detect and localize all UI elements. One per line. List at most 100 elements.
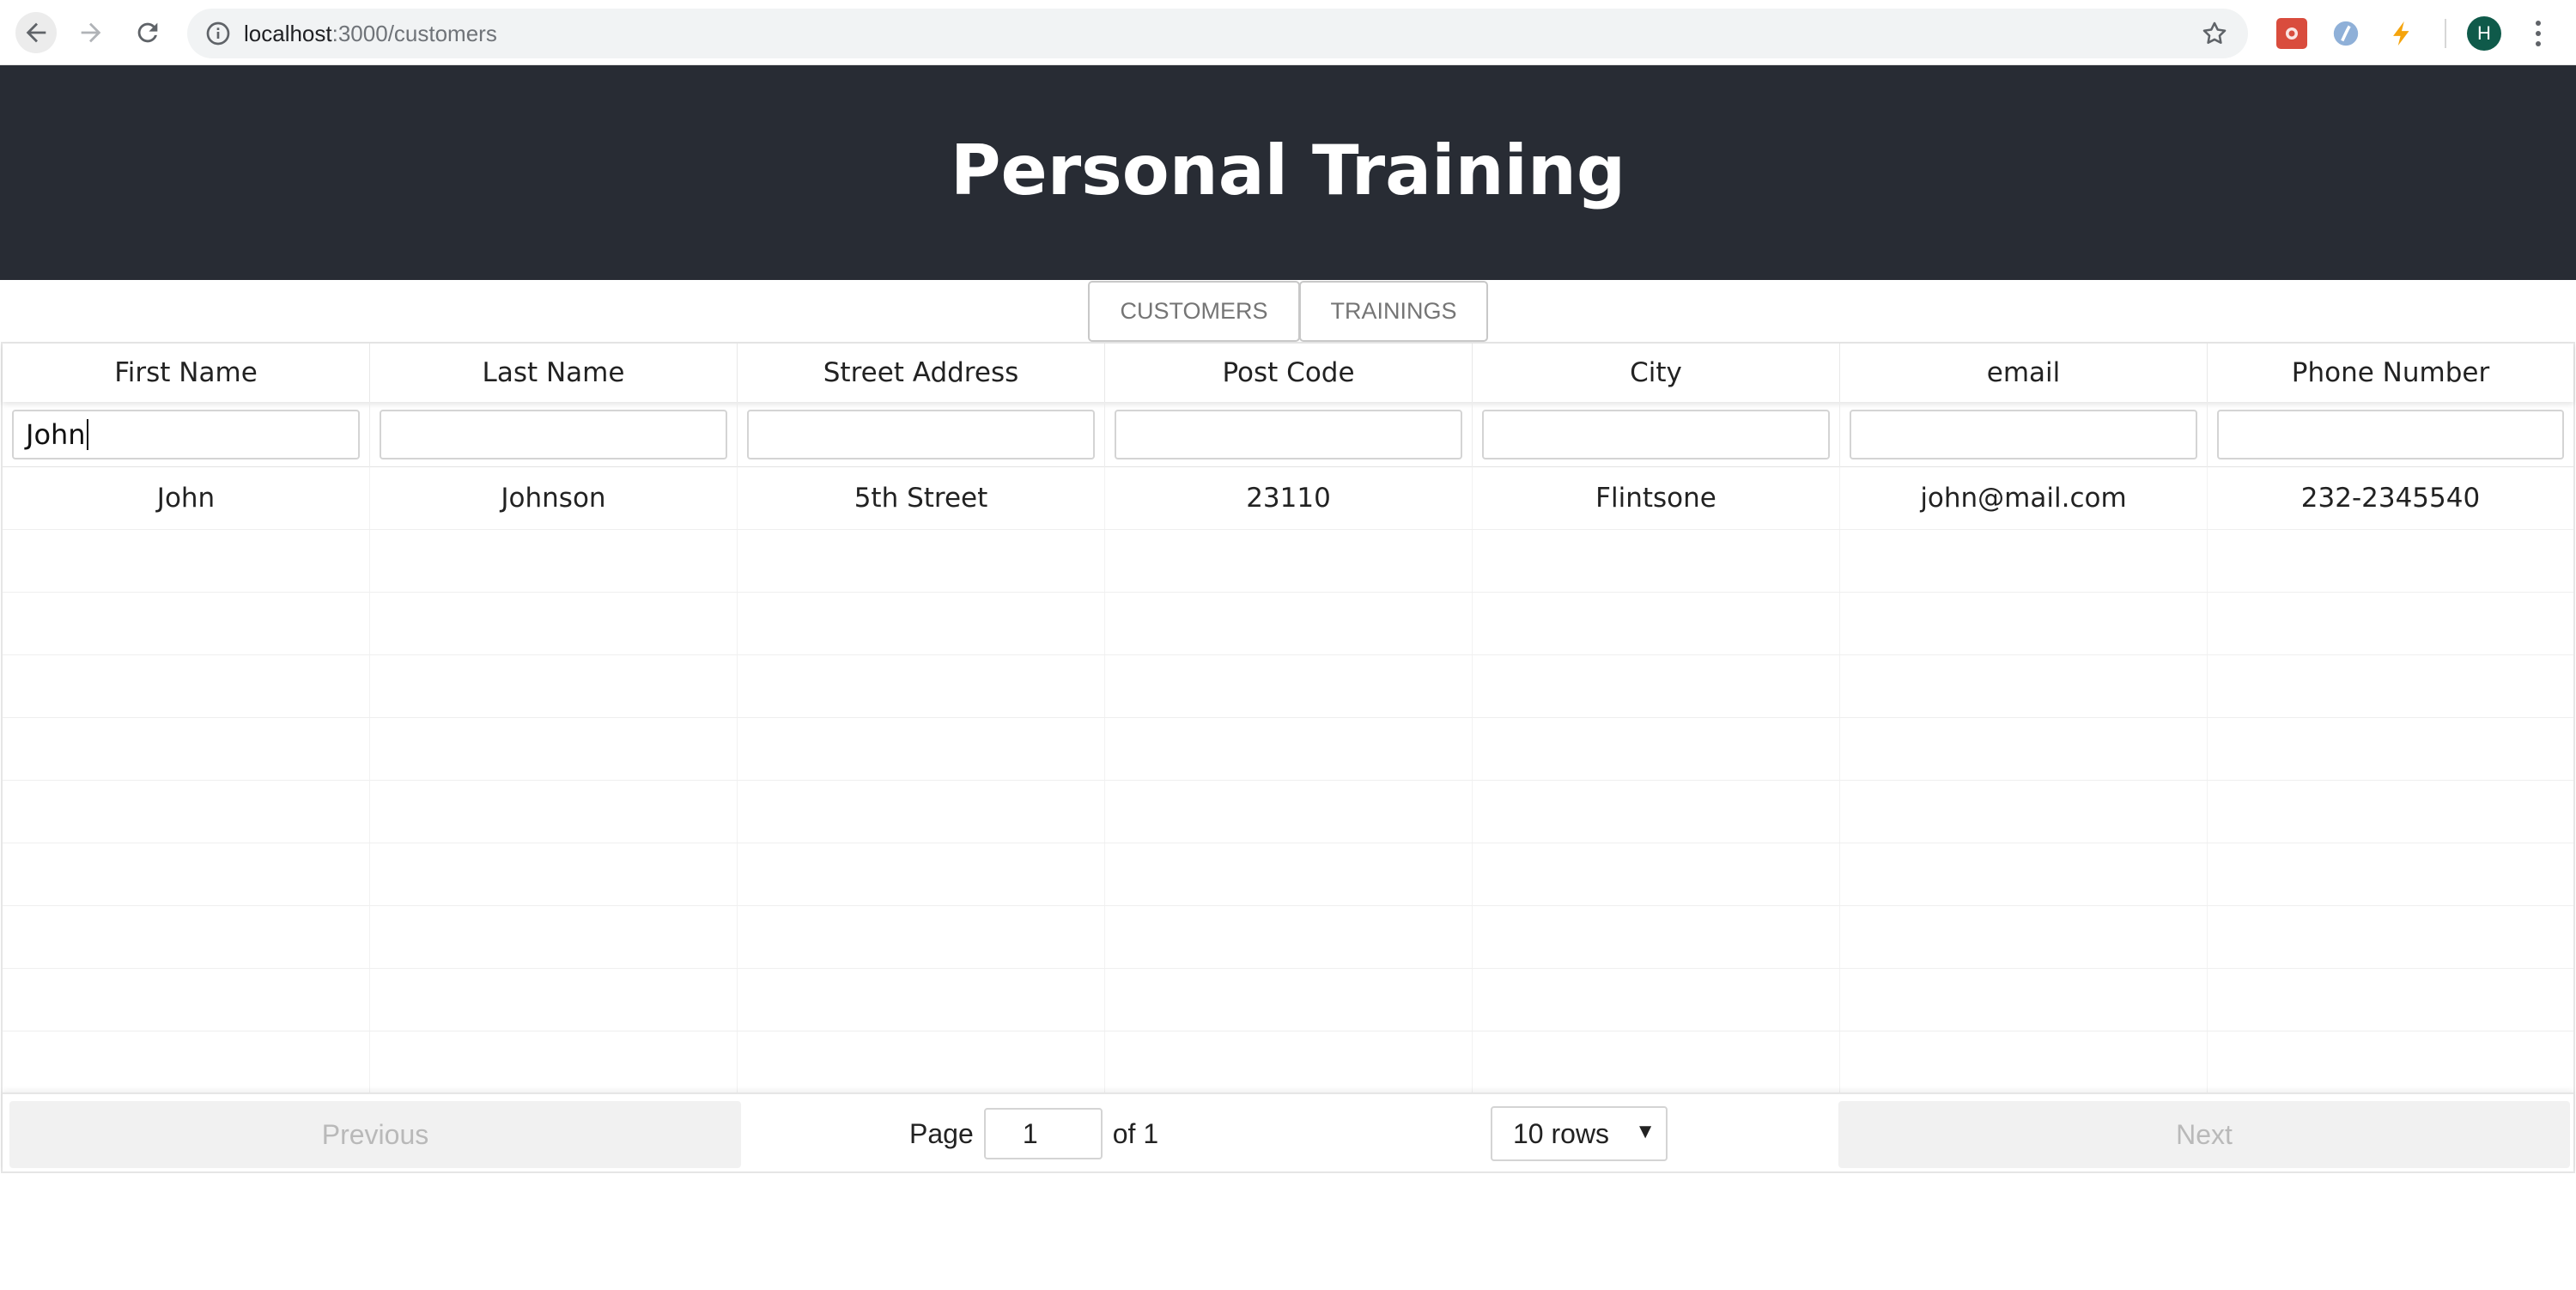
filter-row: John (3, 402, 2573, 467)
column-header[interactable]: Post Code (1105, 344, 1473, 402)
empty-table-cell (1840, 781, 2208, 843)
column-header[interactable]: First Name (3, 344, 370, 402)
empty-table-cell (738, 530, 1105, 592)
table-cell: Johnson (370, 467, 738, 529)
empty-table-cell (3, 593, 370, 654)
filter-cell (370, 402, 738, 467)
empty-table-row (3, 593, 2573, 655)
column-header[interactable]: City (1473, 344, 1840, 402)
table-cell: john@mail.com (1840, 467, 2208, 529)
empty-table-row (3, 969, 2573, 1031)
filter-input[interactable] (380, 410, 727, 459)
empty-table-cell (1473, 593, 1840, 654)
reload-icon (137, 22, 158, 43)
page-number-input[interactable]: 1 (983, 1108, 1103, 1159)
lightning-icon (2393, 21, 2409, 46)
empty-table-row (3, 843, 2573, 906)
tab-customers[interactable]: CUSTOMERS (1088, 281, 1300, 342)
empty-table-cell (370, 655, 738, 717)
column-header[interactable]: Last Name (370, 344, 738, 402)
filter-input[interactable] (1850, 410, 2197, 459)
table-cell: 232-2345540 (2300, 483, 2481, 514)
empty-table-cell (3, 781, 370, 843)
filter-input[interactable] (747, 410, 1095, 459)
url-text: localhost:3000/customers (244, 21, 497, 46)
filter-input[interactable] (2217, 410, 2564, 459)
info-icon[interactable] (204, 20, 232, 47)
empty-table-row (3, 655, 2573, 718)
empty-table-cell (1105, 969, 1473, 1031)
table-body: John Johnson 5th Street 23110 Flintsone john@… (3, 467, 2573, 1094)
table-row[interactable]: John Johnson 5th Street 23110 Flintsone john@… (3, 467, 2573, 530)
empty-table-cell (1473, 530, 1840, 592)
empty-table-cell (738, 593, 1105, 654)
empty-table-cell (2208, 969, 2573, 1031)
empty-table-row (3, 781, 2573, 843)
empty-table-cell (370, 1031, 738, 1093)
toolbar-separator (2445, 19, 2446, 48)
rows-per-page-value: 10 rows (1513, 1117, 1610, 1149)
empty-table-cell (3, 655, 370, 717)
back-arrow-icon (26, 22, 46, 43)
empty-table-cell (1840, 530, 2208, 592)
empty-table-cell (3, 530, 370, 592)
empty-table-cell (1105, 781, 1473, 843)
filter-cell (1105, 402, 1473, 467)
empty-table-cell (738, 843, 1105, 905)
filter-input[interactable] (1482, 410, 1830, 459)
filter-cell (1840, 402, 2208, 467)
empty-table-cell (370, 530, 738, 592)
empty-table-cell (1473, 781, 1840, 843)
bookmark-star-icon[interactable] (2200, 19, 2229, 48)
empty-table-cell (1105, 530, 1473, 592)
filter-input-value: John (26, 418, 86, 451)
profile-avatar[interactable]: H (2467, 16, 2501, 51)
empty-table-cell (3, 843, 370, 905)
empty-table-cell (1105, 593, 1473, 654)
empty-table-cell (2208, 530, 2573, 592)
column-header[interactable]: Phone Number (2208, 344, 2573, 402)
filter-input[interactable] (1115, 410, 1462, 459)
address-bar[interactable]: localhost:3000/customers (187, 9, 2248, 58)
page-title: Personal Training (950, 130, 1626, 210)
extension-icon-blue[interactable] (2330, 18, 2361, 49)
next-button[interactable]: Next (1838, 1101, 2570, 1168)
filter-cell (738, 402, 1105, 467)
filter-input[interactable]: John (12, 410, 360, 459)
empty-table-cell (1840, 593, 2208, 654)
empty-table-row (3, 1031, 2573, 1094)
browser-menu-icon[interactable] (2528, 17, 2549, 50)
pagination-bar: Previous Page 1 of 1 10 rows ▼ Next (3, 1092, 2573, 1171)
table-cell: John (3, 467, 370, 529)
browser-toolbar: localhost:3000/customers H (0, 0, 2576, 65)
filter-cell (1473, 402, 1840, 467)
forward-arrow-icon (81, 22, 101, 43)
empty-table-cell (370, 781, 738, 843)
filter-cell: John (3, 402, 370, 467)
column-header[interactable]: email (1840, 344, 2208, 402)
empty-table-cell (2208, 906, 2573, 968)
extension-icon-lightning[interactable] (2386, 18, 2417, 49)
tab-trainings[interactable]: TRAININGS (1299, 281, 1488, 342)
empty-table-row (3, 906, 2573, 969)
extension-icon-red[interactable] (2276, 18, 2307, 49)
back-button[interactable] (15, 12, 57, 53)
forward-button[interactable] (70, 12, 112, 53)
table-cell: 23110 (1105, 467, 1473, 529)
empty-table-cell (1105, 906, 1473, 968)
page-total: of 1 (1112, 1117, 1159, 1149)
reload-button[interactable] (127, 12, 168, 53)
rows-per-page-select[interactable]: 10 rows ▼ (1491, 1106, 1668, 1161)
blue-orb-extension-icon (2333, 21, 2359, 46)
empty-table-cell (738, 718, 1105, 780)
column-header[interactable]: Street Address (738, 344, 1105, 402)
empty-table-cell (370, 906, 738, 968)
empty-table-cell (1840, 969, 2208, 1031)
table-cell: Flintsone (1473, 467, 1840, 529)
table-cell: 5th Street (738, 467, 1105, 529)
app-header: Personal Training (0, 65, 2576, 280)
empty-table-cell (2208, 1031, 2573, 1093)
empty-table-cell (370, 969, 738, 1031)
empty-table-cell (3, 906, 370, 968)
previous-button[interactable]: Previous (9, 1101, 741, 1168)
